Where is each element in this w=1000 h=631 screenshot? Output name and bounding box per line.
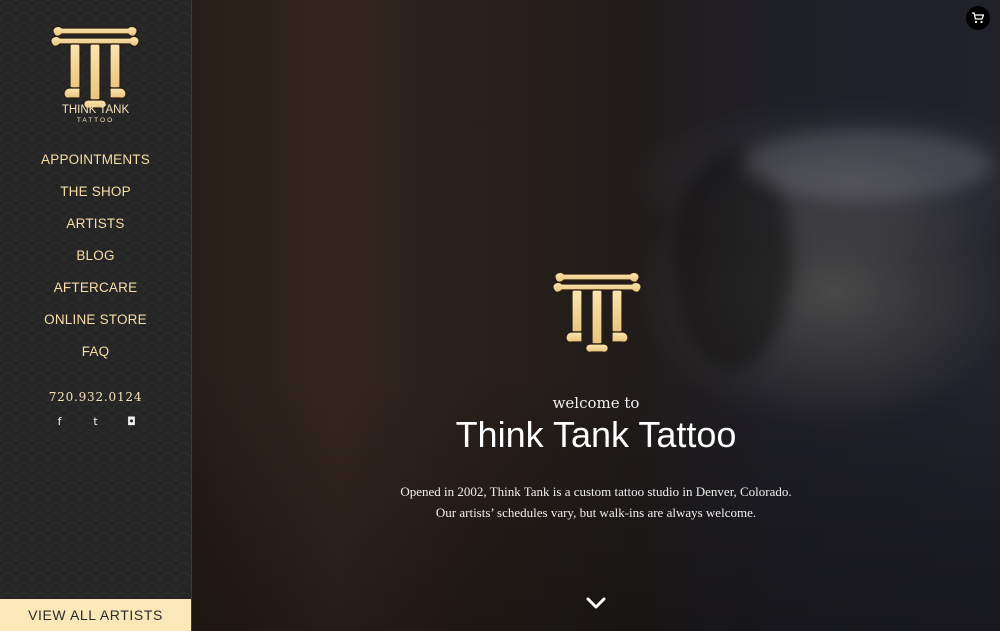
instagram-icon[interactable]: ◘	[126, 416, 138, 428]
twitter-icon[interactable]: t	[90, 416, 102, 428]
cart-button[interactable]	[966, 6, 990, 30]
nav-item-blog[interactable]: BLOG	[0, 246, 191, 278]
nav-item-artists[interactable]: ARTISTS	[0, 214, 191, 246]
brand-subtitle: TATTOO	[76, 117, 115, 124]
phone-number[interactable]: 720.932.0124	[0, 390, 191, 404]
cart-icon	[972, 12, 984, 24]
background-photo-blur	[672, 150, 792, 370]
nav-item-faq[interactable]: FAQ	[0, 342, 191, 374]
main-nav: APPOINTMENTS THE SHOP ARTISTS BLOG AFTER…	[0, 150, 191, 374]
facebook-icon[interactable]: f	[54, 416, 66, 428]
chevron-down-icon[interactable]	[585, 596, 607, 610]
hero-section: welcome to Think Tank Tattoo Opened in 2…	[192, 0, 1000, 631]
welcome-text: welcome to	[552, 394, 640, 412]
background-photo-blur	[742, 130, 992, 200]
nav-item-the-shop[interactable]: THE SHOP	[0, 182, 191, 214]
social-links: f t ◘	[0, 416, 191, 428]
view-all-artists-button[interactable]: VIEW ALL ARTISTS	[0, 599, 191, 631]
nav-item-online-store[interactable]: ONLINE STORE	[0, 310, 191, 342]
brand-name: THINK TANK	[61, 104, 130, 116]
nav-item-appointments[interactable]: APPOINTMENTS	[0, 150, 191, 182]
page-title: Think Tank Tattoo	[455, 414, 737, 455]
sidebar: THINK TANK TATTOO APPOINTMENTS THE SHOP …	[0, 0, 192, 631]
nav-item-aftercare[interactable]: AFTERCARE	[0, 278, 191, 310]
intro-description: Opened in 2002, Think Tank is a custom t…	[400, 484, 792, 520]
hero-logo-icon	[552, 271, 642, 353]
